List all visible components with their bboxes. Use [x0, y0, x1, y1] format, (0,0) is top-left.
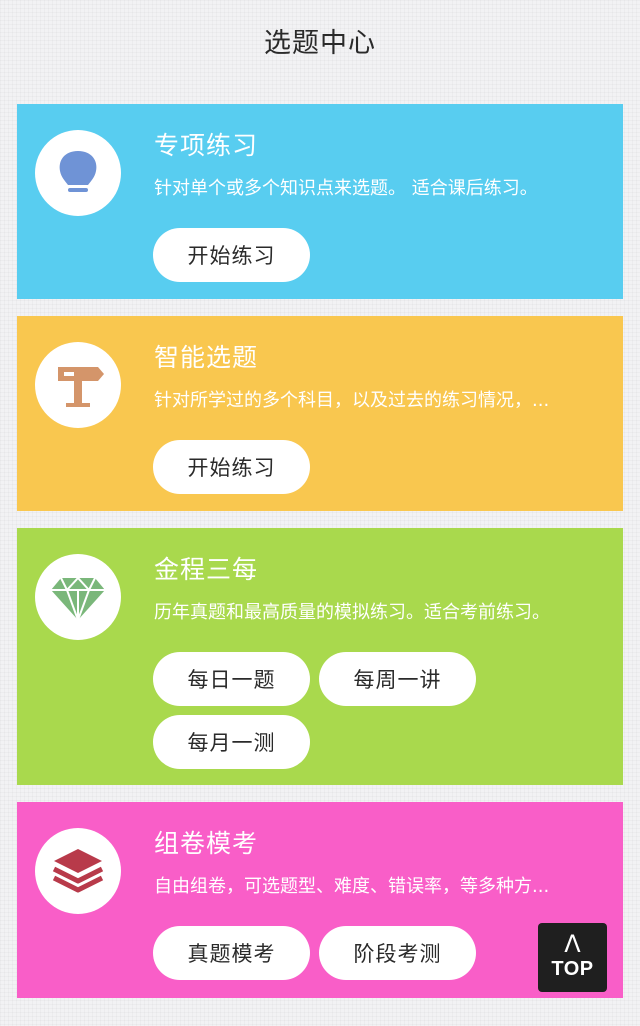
- card-title: 专项练习: [154, 131, 259, 160]
- real-exam-mock-button[interactable]: 真题模考: [153, 926, 310, 980]
- lightbulb-icon: [59, 151, 97, 192]
- layers-icon: [52, 849, 104, 893]
- start-practice-button[interactable]: 开始练习: [153, 228, 310, 282]
- daily-question-button[interactable]: 每日一题: [153, 652, 310, 706]
- stage-test-button[interactable]: 阶段考测: [319, 926, 476, 980]
- card-special-practice: 专项练习 针对单个或多个知识点来选题。 适合课后练习。 开始练习: [17, 104, 623, 299]
- card-description: 历年真题和最高质量的模拟练习。适合考前练习。: [154, 602, 550, 623]
- back-to-top-button[interactable]: Λ TOP: [538, 923, 607, 992]
- weekly-lecture-button[interactable]: 每周一讲: [319, 652, 476, 706]
- diamond-icon: [51, 576, 105, 623]
- card-icon-circle: [35, 828, 121, 914]
- start-practice-button[interactable]: 开始练习: [153, 440, 310, 494]
- card-smart-select: 智能选题 针对所学过的多个科目，以及过去的练习情况，... 开始练习: [17, 316, 623, 511]
- card-title: 组卷模考: [154, 829, 259, 858]
- card-icon-circle: [35, 554, 121, 640]
- top-label: TOP: [551, 958, 594, 980]
- signpost-icon: [58, 367, 104, 407]
- card-three-every: 金程三每 历年真题和最高质量的模拟练习。适合考前练习。 每日一题 每周一讲 每月…: [17, 528, 623, 785]
- card-description: 自由组卷，可选题型、难度、错误率，等多种方...: [154, 876, 550, 897]
- up-arrow-icon: Λ: [564, 930, 581, 958]
- card-title: 金程三每: [154, 555, 259, 584]
- card-description: 针对单个或多个知识点来选题。 适合课后练习。: [154, 178, 538, 199]
- card-description: 针对所学过的多个科目，以及过去的练习情况，...: [154, 390, 550, 411]
- header: 选题中心: [0, 0, 640, 80]
- card-mock-exam: 组卷模考 自由组卷，可选题型、难度、错误率，等多种方... 真题模考 阶段考测: [17, 802, 623, 998]
- card-icon-circle: [35, 130, 121, 216]
- monthly-test-button[interactable]: 每月一测: [153, 715, 310, 769]
- card-title: 智能选题: [154, 343, 259, 372]
- card-icon-circle: [35, 342, 121, 428]
- page-title: 选题中心: [264, 27, 376, 59]
